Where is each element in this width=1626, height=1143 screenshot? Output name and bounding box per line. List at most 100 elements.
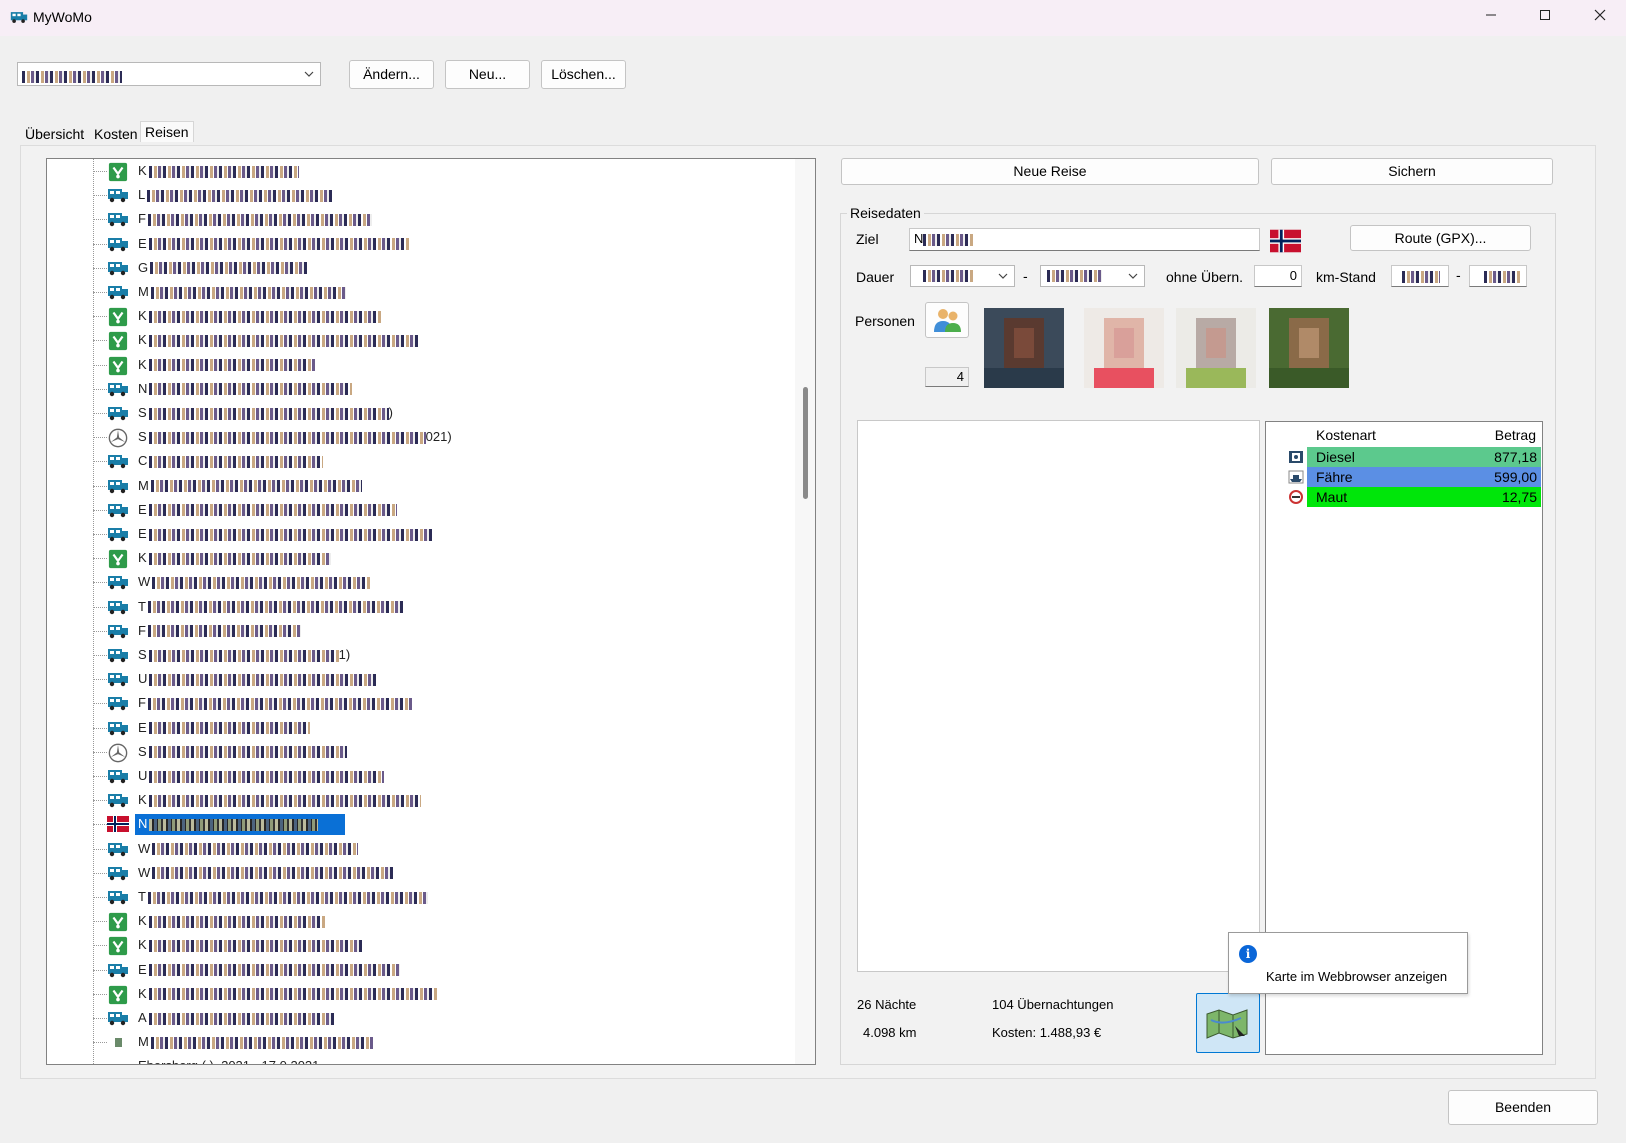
vignette-icon bbox=[107, 307, 129, 327]
tree-row[interactable]: E bbox=[47, 958, 787, 982]
motorhome-icon bbox=[107, 767, 129, 785]
tree-row[interactable]: W bbox=[47, 861, 787, 885]
new-trip-button[interactable]: Neue Reise bbox=[841, 158, 1259, 185]
duration-separator: - bbox=[1023, 268, 1028, 284]
tab-overview[interactable]: Übersicht bbox=[21, 124, 88, 144]
edit-vehicle-button[interactable]: Ändern... bbox=[349, 60, 434, 89]
tree-row[interactable]: E bbox=[47, 716, 787, 740]
tree-row[interactable]: T bbox=[47, 595, 787, 619]
tree-row[interactable]: K bbox=[47, 304, 787, 328]
minimize-button[interactable] bbox=[1463, 0, 1519, 36]
redacted-text bbox=[148, 939, 363, 952]
tree-row[interactable]: K bbox=[47, 353, 787, 377]
tree-row[interactable]: K bbox=[47, 328, 787, 352]
motorhome-icon bbox=[107, 259, 129, 277]
vehicle-select[interactable] bbox=[17, 62, 321, 86]
tree-scrollbar-thumb[interactable] bbox=[803, 387, 808, 499]
motorhome-icon bbox=[107, 235, 129, 253]
new-vehicle-button[interactable]: Neu... bbox=[445, 60, 530, 89]
tree-row[interactable]: C bbox=[47, 449, 787, 473]
tree-row-text: M bbox=[138, 284, 149, 299]
tree-row[interactable]: E bbox=[47, 522, 787, 546]
tree-row-text: F bbox=[138, 695, 146, 711]
motorhome-icon bbox=[107, 888, 129, 906]
destination-input[interactable]: N bbox=[909, 228, 1260, 251]
tree-row-label: E bbox=[135, 502, 400, 517]
mileage-start-input[interactable] bbox=[1391, 265, 1449, 287]
without-overnight-input[interactable]: 0 bbox=[1254, 265, 1302, 287]
tree-connector bbox=[93, 606, 107, 608]
tree-row[interactable]: M bbox=[47, 1030, 787, 1054]
tree-row[interactable]: K bbox=[47, 788, 787, 812]
end-date-picker[interactable] bbox=[1040, 265, 1145, 287]
trip-tree[interactable]: K L F E G M K K K N S) S 021) C M E E K W T F S 1) U F E S U K N W W T K K… bbox=[46, 158, 816, 1065]
tree-row[interactable]: E bbox=[47, 498, 787, 522]
show-map-button[interactable] bbox=[1196, 993, 1260, 1053]
overnight-list[interactable] bbox=[857, 420, 1260, 972]
redacted-text bbox=[149, 818, 319, 831]
norway-flag-icon[interactable] bbox=[1270, 227, 1301, 255]
cost-type-header[interactable]: Kostenart bbox=[1316, 427, 1376, 443]
tree-row[interactable]: W bbox=[47, 837, 787, 861]
motorhome-icon bbox=[107, 840, 129, 858]
tree-row[interactable]: S) bbox=[47, 401, 787, 425]
close-button[interactable] bbox=[1572, 0, 1626, 36]
tree-scrollbar[interactable] bbox=[795, 159, 815, 1064]
tree-row[interactable]: F bbox=[47, 619, 787, 643]
mileage-end-input[interactable] bbox=[1469, 265, 1527, 287]
tree-row[interactable]: M bbox=[47, 280, 787, 304]
delete-vehicle-button[interactable]: Löschen... bbox=[541, 60, 626, 89]
tree-row[interactable]: F bbox=[47, 691, 787, 715]
tree-row-label: K bbox=[135, 332, 421, 347]
tree-row[interactable]: W bbox=[47, 570, 787, 594]
tree-row[interactable]: A bbox=[47, 1006, 787, 1030]
vehicle-select-value bbox=[22, 68, 122, 83]
tree-row[interactable]: K bbox=[47, 159, 787, 183]
tree-row-label: N bbox=[135, 814, 345, 836]
tree-row[interactable]: Ebersberg ( ) .2021 - 17.0 2021 bbox=[47, 1054, 787, 1064]
exit-button[interactable]: Beenden bbox=[1448, 1090, 1598, 1125]
cost-row[interactable]: Maut 12,75 bbox=[1266, 487, 1542, 507]
save-button[interactable]: Sichern bbox=[1271, 158, 1553, 185]
tree-row[interactable]: M bbox=[47, 474, 787, 498]
redacted-text bbox=[148, 504, 397, 517]
tree-row[interactable]: N bbox=[47, 377, 787, 401]
tree-row[interactable]: U bbox=[47, 667, 787, 691]
tree-row[interactable]: F bbox=[47, 207, 787, 231]
tree-row[interactable]: S 1) bbox=[47, 643, 787, 667]
cost-row[interactable]: Fähre 599,00 bbox=[1266, 467, 1542, 487]
tree-row-text: W bbox=[138, 574, 151, 590]
tree-row[interactable]: K bbox=[47, 982, 787, 1006]
tab-costs[interactable]: Kosten bbox=[90, 124, 142, 144]
tree-row[interactable]: T bbox=[47, 885, 787, 909]
tree-row-selected[interactable]: N bbox=[47, 812, 787, 836]
tree-connector bbox=[93, 727, 107, 729]
tree-row-text: K bbox=[138, 985, 147, 1001]
minimize-icon bbox=[1486, 14, 1496, 16]
tree-connector bbox=[93, 388, 107, 390]
redacted-text bbox=[150, 480, 362, 493]
tree-row[interactable]: G bbox=[47, 256, 787, 280]
motorhome-icon bbox=[107, 719, 129, 737]
maximize-button[interactable] bbox=[1517, 0, 1573, 36]
tree-row[interactable]: K bbox=[47, 933, 787, 957]
amount-header[interactable]: Betrag bbox=[1495, 427, 1536, 443]
tree-row[interactable]: S bbox=[47, 740, 787, 764]
tree-row[interactable]: S 021) bbox=[47, 425, 787, 449]
tab-trips[interactable]: Reisen bbox=[140, 121, 194, 142]
tree-connector bbox=[93, 195, 107, 197]
vignette-icon bbox=[107, 331, 129, 351]
cost-row[interactable]: Diesel 877,18 bbox=[1266, 447, 1542, 467]
redacted-text bbox=[149, 770, 385, 783]
tree-row[interactable]: U bbox=[47, 764, 787, 788]
tree-row[interactable]: K bbox=[47, 546, 787, 570]
start-date-picker[interactable] bbox=[910, 265, 1015, 287]
persons-button[interactable] bbox=[925, 302, 969, 338]
vignette-icon bbox=[107, 985, 129, 1004]
route-gpx-button[interactable]: Route (GPX)... bbox=[1350, 225, 1531, 251]
tree-row-text: K bbox=[138, 550, 147, 566]
tree-row[interactable]: L bbox=[47, 183, 787, 207]
tree-row[interactable]: K bbox=[47, 909, 787, 933]
cost-amount: 877,18 bbox=[1494, 449, 1537, 465]
tree-row[interactable]: E bbox=[47, 232, 787, 256]
